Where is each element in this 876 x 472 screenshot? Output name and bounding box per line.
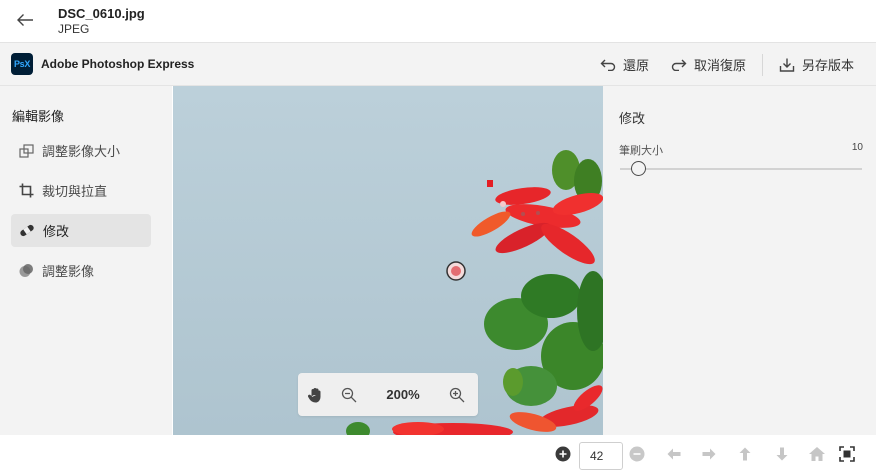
undo-icon: [600, 59, 616, 71]
arrow-left-icon: [667, 448, 681, 460]
resize-icon: [19, 143, 34, 158]
save-version-label: 另存版本: [801, 58, 854, 73]
file-info: DSC_0610.jpg JPEG: [58, 6, 145, 36]
plus-circle-icon: [555, 446, 571, 462]
redo-icon: [671, 59, 687, 71]
sidebar-item-label: 裁切與拉直: [42, 184, 108, 199]
brush-size-slider[interactable]: [620, 168, 862, 170]
sidebar-item-adjust[interactable]: 調整影像: [11, 254, 151, 287]
move-down-button[interactable]: [773, 445, 791, 463]
file-type: JPEG: [58, 22, 90, 36]
brush-size-value: 10: [851, 142, 863, 153]
zoom-out-button[interactable]: [332, 373, 366, 416]
redo-button[interactable]: 取消復原: [660, 51, 757, 79]
bandage-icon: [20, 224, 34, 237]
download-icon: [779, 58, 795, 72]
home-button[interactable]: [808, 445, 826, 463]
sidebar-item-label: 調整影像大小: [42, 144, 121, 159]
next-button[interactable]: [700, 445, 718, 463]
page-number-input[interactable]: [579, 442, 623, 470]
home-icon: [809, 447, 825, 461]
arrow-right-icon: [702, 448, 716, 460]
remove-button[interactable]: [628, 445, 646, 463]
zoom-level: 200%: [386, 387, 420, 402]
crop-icon: [19, 183, 34, 198]
toolbar: 還原 取消復原 另存版本: [589, 43, 876, 86]
arrow-left-icon: [17, 14, 33, 26]
panel-title: 修改: [619, 111, 646, 126]
file-name: DSC_0610.jpg: [58, 6, 145, 21]
toolbar-divider: [761, 53, 763, 76]
zoom-toolbar: 200%: [298, 373, 478, 416]
sidebar-item-heal[interactable]: 修改: [11, 214, 151, 247]
brush-size-label: 筆刷大小: [619, 145, 663, 157]
arrow-up-icon: [739, 447, 751, 461]
sidebar-item-crop[interactable]: 裁切與拉直: [11, 174, 151, 207]
redo-label: 取消復原: [693, 58, 746, 73]
app-bar: PsX Adobe Photoshop Express 還原 取消復原 另存版本: [0, 43, 876, 86]
zoom-in-button[interactable]: [440, 373, 474, 416]
app-name: Adobe Photoshop Express: [41, 57, 195, 71]
fit-screen-button[interactable]: [838, 445, 856, 463]
sidebar-item-label: 調整影像: [42, 264, 95, 279]
brush-size-slider-thumb[interactable]: [631, 161, 646, 176]
zoom-out-icon: [341, 387, 357, 402]
save-version-button[interactable]: 另存版本: [768, 51, 876, 79]
sidebar-item-resize[interactable]: 調整影像大小: [11, 134, 151, 167]
file-header: DSC_0610.jpg JPEG: [0, 0, 876, 43]
hand-tool-button[interactable]: [298, 373, 332, 416]
footer-bar: [0, 435, 876, 472]
arrow-down-icon: [776, 447, 788, 461]
heal-panel: 修改 筆刷大小 10: [603, 86, 876, 435]
sidebar-item-label: 修改: [43, 224, 70, 239]
zoom-in-icon: [449, 387, 465, 402]
edit-sidebar: 編輯影像 調整影像大小 裁切與拉直 修改 調整影像: [0, 86, 172, 435]
hand-icon: [307, 387, 321, 402]
adjust-icon: [19, 264, 33, 277]
back-button[interactable]: [14, 9, 36, 31]
undo-button[interactable]: 還原: [589, 51, 660, 79]
previous-button[interactable]: [665, 445, 683, 463]
app-logo: PsX: [11, 53, 33, 75]
sidebar-title: 編輯影像: [12, 109, 65, 124]
fit-screen-icon: [839, 446, 855, 462]
undo-label: 還原: [622, 58, 649, 73]
app-logo-text: PsX: [13, 59, 31, 69]
move-up-button[interactable]: [736, 445, 754, 463]
add-button[interactable]: [554, 445, 572, 463]
minus-circle-icon: [629, 446, 645, 462]
